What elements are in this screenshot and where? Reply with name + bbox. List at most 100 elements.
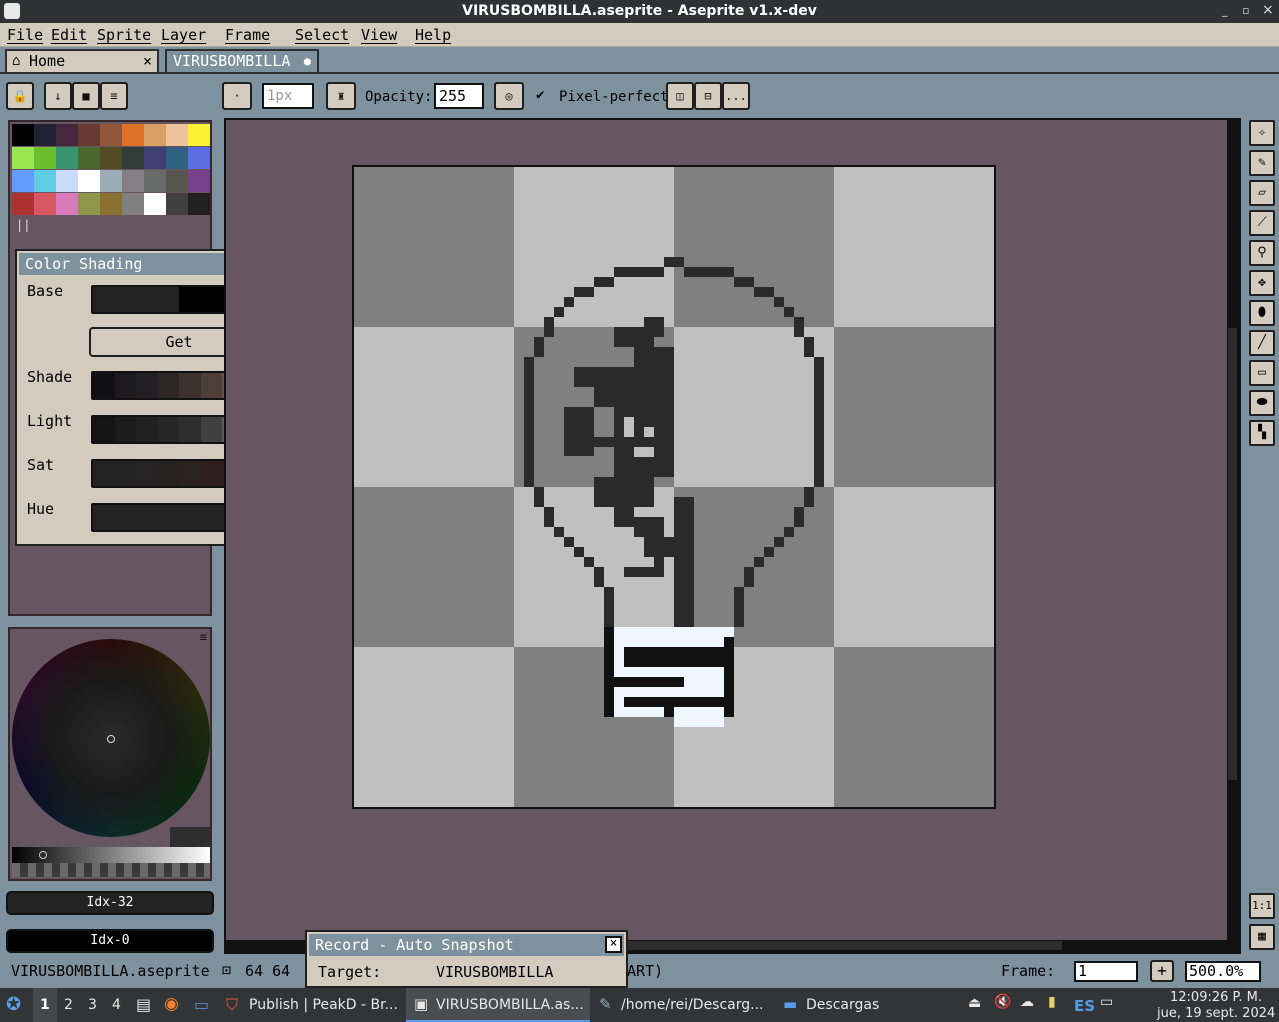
shading-swatch[interactable]: [179, 373, 201, 398]
tab-home[interactable]: ⌂ Home ×: [5, 49, 159, 72]
palette-swatch[interactable]: [188, 170, 210, 192]
menu-view[interactable]: View: [361, 26, 397, 44]
palette-swatch[interactable]: [188, 193, 210, 215]
palette-swatch[interactable]: [34, 147, 56, 169]
maximize-button[interactable]: ▫: [1242, 4, 1249, 17]
magic-wand-tool-button[interactable]: ✧: [1249, 120, 1275, 146]
display-icon[interactable]: ▭: [1100, 994, 1113, 1010]
menu-lines-button[interactable]: ≡: [100, 82, 128, 110]
volume-muted-icon[interactable]: 🔇: [994, 994, 1011, 1010]
tiled-mode-button[interactable]: ⊟: [694, 82, 722, 110]
palette-swatch[interactable]: [100, 147, 122, 169]
palette-swatch[interactable]: [122, 170, 144, 192]
task-brave[interactable]: Publish | PeakD - Br...: [249, 997, 398, 1013]
palette-swatch[interactable]: [166, 147, 188, 169]
palette-swatch[interactable]: [144, 124, 166, 146]
shading-swatch[interactable]: [114, 505, 136, 530]
actual-size-button[interactable]: 1:1: [1249, 893, 1275, 919]
keyboard-layout[interactable]: ES: [1074, 997, 1095, 1015]
palette-swatch[interactable]: [144, 170, 166, 192]
palette-swatch[interactable]: [144, 193, 166, 215]
palette-swatch[interactable]: [188, 124, 210, 146]
zoom-tool-button[interactable]: ⚲: [1249, 240, 1275, 266]
desktop-launcher-icon[interactable]: ▭: [194, 995, 209, 1014]
pencil-tool-button[interactable]: ✎: [1249, 150, 1275, 176]
palette-swatch[interactable]: [144, 147, 166, 169]
shading-swatch[interactable]: [157, 461, 179, 486]
clock-date[interactable]: jue, 19 sept. 2024: [1157, 1006, 1275, 1021]
palette-swatch[interactable]: [166, 193, 188, 215]
move-tool-button[interactable]: ✥: [1249, 270, 1275, 296]
eraser-tool-button[interactable]: ▱: [1249, 180, 1275, 206]
blend-button[interactable]: ◎: [494, 82, 524, 110]
palette-swatch[interactable]: [12, 147, 34, 169]
shading-swatch[interactable]: [179, 417, 201, 442]
palette-swatch[interactable]: [166, 124, 188, 146]
menu-sprite[interactable]: Sprite: [97, 26, 151, 44]
shading-swatch[interactable]: [93, 461, 115, 486]
brush-type-button[interactable]: ·: [222, 82, 252, 110]
add-frame-button[interactable]: +: [1150, 960, 1174, 982]
menu-frame[interactable]: Frame: [225, 26, 270, 44]
palette-swatch[interactable]: [34, 170, 56, 192]
shading-swatch[interactable]: [136, 505, 158, 530]
shading-swatch[interactable]: [136, 417, 158, 442]
shading-swatch[interactable]: [136, 461, 158, 486]
palette-swatch[interactable]: [56, 147, 78, 169]
minimize-button[interactable]: _: [1222, 4, 1228, 17]
palette-swatch[interactable]: [122, 124, 144, 146]
shading-swatch[interactable]: [93, 287, 179, 312]
shading-swatch[interactable]: [93, 373, 115, 398]
shading-swatch[interactable]: [200, 461, 222, 486]
shading-swatch[interactable]: [179, 505, 201, 530]
clock-time[interactable]: 12:09:26 P. M.: [1170, 990, 1262, 1005]
blur-tool-button[interactable]: ▚: [1249, 420, 1275, 446]
frame-input[interactable]: 1: [1074, 961, 1138, 982]
palette-swatch[interactable]: [122, 147, 144, 169]
palette-swatch[interactable]: [78, 147, 100, 169]
shading-swatch[interactable]: [200, 417, 222, 442]
rectangle-tool-button[interactable]: ▭: [1249, 360, 1275, 386]
tab-close-icon[interactable]: ×: [143, 51, 152, 71]
palette-swatch[interactable]: [100, 170, 122, 192]
zoom-input[interactable]: 500.0%: [1185, 961, 1261, 982]
workspace-2[interactable]: 2: [64, 997, 73, 1013]
cloud-icon[interactable]: ☁: [1020, 994, 1034, 1010]
shading-swatch[interactable]: [114, 417, 136, 442]
palette-swatch[interactable]: [166, 170, 188, 192]
palette-swatch[interactable]: [78, 193, 100, 215]
wheel-picker-icon[interactable]: [107, 735, 115, 743]
menu-help[interactable]: Help: [415, 26, 451, 44]
shading-swatch[interactable]: [200, 373, 222, 398]
horizontal-scroll-thumb[interactable]: [628, 941, 1062, 950]
shading-swatch[interactable]: [157, 505, 179, 530]
palette-swatch[interactable]: [34, 124, 56, 146]
fg-color-index[interactable]: Idx-32: [6, 891, 214, 915]
palette-swatch[interactable]: [122, 193, 144, 215]
palette-swatch[interactable]: [12, 193, 34, 215]
palette-swatch[interactable]: [34, 193, 56, 215]
alpha-slider[interactable]: [12, 863, 210, 877]
menu-layer[interactable]: Layer: [161, 26, 206, 44]
shading-swatch[interactable]: [114, 373, 136, 398]
task-descargas[interactable]: Descargas: [806, 997, 879, 1013]
shading-swatch[interactable]: [136, 373, 158, 398]
drive-icon[interactable]: ⏏: [968, 995, 981, 1011]
palette-swatch[interactable]: [100, 193, 122, 215]
menu-edit[interactable]: Edit: [51, 26, 87, 44]
shading-swatch[interactable]: [200, 505, 222, 530]
line-tool-button[interactable]: ╱: [1249, 330, 1275, 356]
shading-swatch[interactable]: [93, 417, 115, 442]
palette-swatch[interactable]: [56, 124, 78, 146]
palette-swatch[interactable]: [56, 170, 78, 192]
more-options-button[interactable]: ...: [722, 82, 750, 110]
close-button[interactable]: ×: [1262, 2, 1274, 18]
stop-button[interactable]: ■: [72, 82, 100, 110]
timeline-toggle-button[interactable]: ▦: [1249, 924, 1275, 950]
contour-tool-button[interactable]: ⬬: [1249, 390, 1275, 416]
menu-file[interactable]: File: [7, 26, 43, 44]
palette-swatch[interactable]: [188, 147, 210, 169]
palette-swatch[interactable]: [56, 193, 78, 215]
shading-swatch[interactable]: [179, 461, 201, 486]
eyedropper-tool-button[interactable]: ⟋: [1249, 210, 1275, 236]
